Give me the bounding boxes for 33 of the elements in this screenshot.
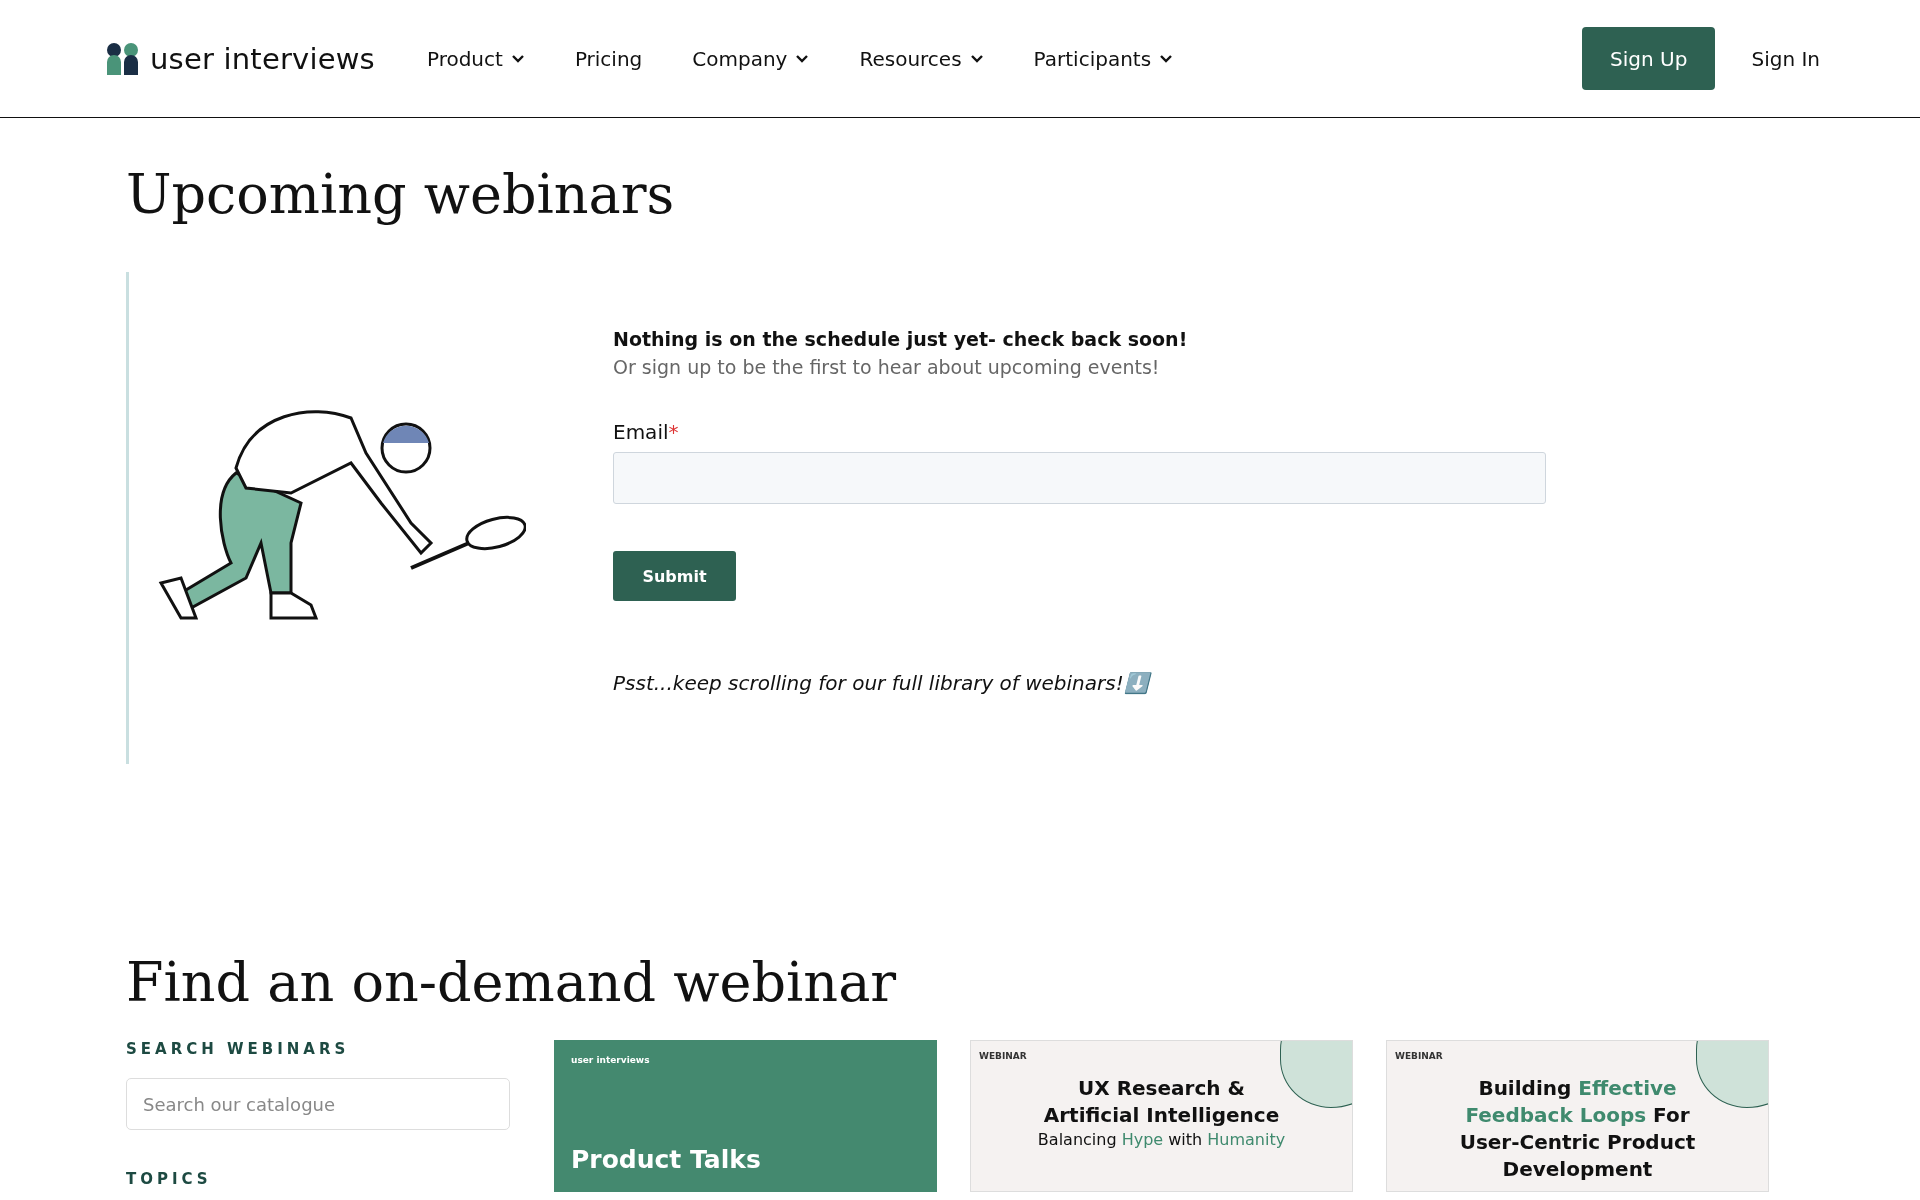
card-title-line: Building Effective <box>1478 1075 1677 1102</box>
nav-link[interactable]: Product <box>426 46 525 71</box>
topics-label: TOPICS <box>126 1170 213 1188</box>
notice-text: Nothing is on the schedule just yet- check back soon! <box>613 328 1189 350</box>
sign-up-button[interactable]: Sign Up <box>1582 27 1716 90</box>
email-input[interactable] <box>613 452 1546 504</box>
section-heading: Find an on-demand webinar <box>126 956 898 1010</box>
scroll-hint-text: Psst...keep scrolling for our full library of webinars!⬇ <box>613 671 1546 695</box>
card-title-line: Feedback Loops For <box>1465 1102 1690 1129</box>
search-field[interactable]: Search our catalogue <box>126 1078 510 1130</box>
card-title-line: Product Talks <box>571 1144 761 1176</box>
webinar-card[interactable]: WEBINAR Building Effective Feedback Loops For User-Centric Product Development <box>1386 1040 1769 1192</box>
webinar-card[interactable]: WEBINAR UX Research & Artificial Intelligence Balancing Hype with Humanity <box>970 1040 1353 1192</box>
logo-text: user interviews <box>150 41 375 76</box>
submit-button[interactable]: Submit <box>613 551 736 601</box>
subtext: Or sign up to be the first to hear about upcoming events! <box>613 356 1161 378</box>
nav-link[interactable]: Resources <box>859 46 984 71</box>
card-title-line: User-Centric Product <box>1459 1129 1696 1156</box>
card-title-line: Development <box>1502 1156 1653 1183</box>
card-title-line: UX Research & <box>1078 1075 1245 1102</box>
card-title-line: Artificial Intelligence <box>1043 1102 1280 1129</box>
logo-icon <box>106 41 140 76</box>
card-title-line: Balancing Hype with Humanity <box>1037 1129 1286 1151</box>
nav-link[interactable]: Participants <box>1033 46 1174 71</box>
search-label: SEARCH WEBINARS <box>126 1040 351 1058</box>
card-label-text: WEBINAR <box>1395 1051 1443 1061</box>
nav-link[interactable]: Company <box>692 46 810 71</box>
sign-in-link[interactable]: Sign In <box>1751 46 1820 71</box>
card-label-text: user interviews <box>571 1055 650 1065</box>
card-label-text: WEBINAR <box>979 1051 1027 1061</box>
nav-link[interactable]: Pricing <box>574 46 643 71</box>
webinar-card[interactable]: user interviews Product Talks <box>554 1040 937 1192</box>
email-label: Email* <box>613 420 680 444</box>
